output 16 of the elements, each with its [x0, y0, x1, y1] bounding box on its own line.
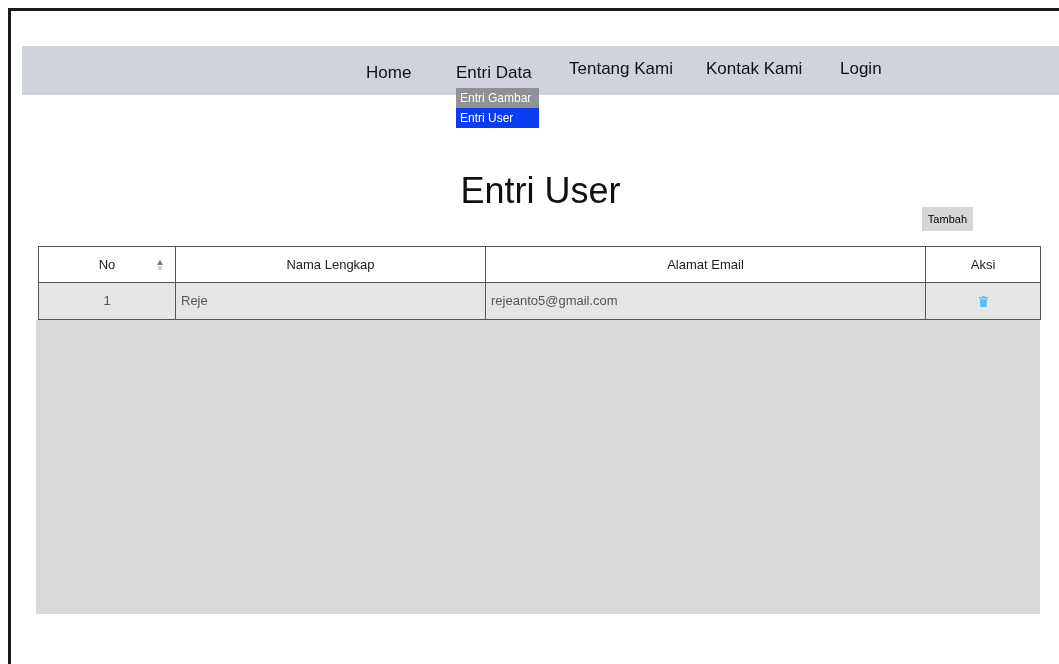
add-button[interactable]: Tambah — [921, 207, 973, 231]
nav-link[interactable]: Entri Data — [456, 60, 532, 86]
column-header: Nama Lengkap — [175, 246, 486, 283]
dropdown-item[interactable]: Entri User — [456, 108, 539, 128]
column-header: Alamat Email — [485, 246, 926, 283]
column-header: No — [38, 246, 176, 283]
sort-icon[interactable] — [157, 260, 163, 271]
nav-link[interactable]: Login — [840, 56, 882, 82]
table-cell: rejeanto5@gmail.com — [491, 293, 618, 309]
nav-link[interactable]: Kontak Kami — [706, 56, 803, 82]
column-header: Aksi — [925, 246, 1041, 283]
page-title: Entri User — [460, 169, 621, 213]
table-cell: 1 — [103, 293, 111, 309]
nav-link[interactable]: Tentang Kami — [569, 56, 673, 82]
table-cell: Reje — [181, 293, 208, 309]
nav-link[interactable]: Home — [366, 60, 412, 86]
